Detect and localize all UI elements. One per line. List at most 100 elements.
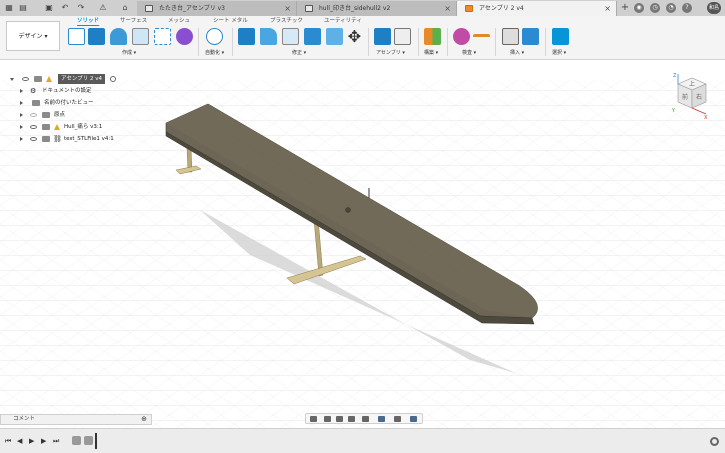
hole-icon[interactable] [132,28,149,45]
move-copy-icon[interactable]: ✥ [346,28,363,45]
inspect-group-label[interactable]: 検査 ▾ [462,49,476,56]
pan-icon[interactable] [336,416,343,422]
tab-plastic[interactable]: プラスチック [270,17,303,26]
app-grid-icon[interactable]: ▦ [4,3,14,13]
add-comment-icon[interactable]: ⊕ [141,415,147,424]
select-group-label[interactable]: 選択 ▾ [552,49,566,56]
step-back-icon[interactable]: ◀ [17,438,22,445]
title-bar: ▦ ▤ ▣ ↶ ↷ ⚠ ⌂ たたき台_アセンブリ v3 × hull_印き台_s… [0,0,725,16]
home-icon[interactable]: ⌂ [120,3,130,13]
visibility-eye-icon[interactable] [30,125,37,129]
viewcube-front[interactable]: 前 [682,93,688,101]
viewports-icon[interactable] [410,416,417,422]
viewcube-top[interactable]: 上 [689,80,695,88]
expand-icon[interactable] [20,89,23,93]
file-icon[interactable]: ▤ [18,3,28,13]
interference-icon[interactable] [453,28,470,45]
insert-group-label[interactable]: 挿入 ▾ [510,49,524,56]
new-component-icon[interactable] [374,28,391,45]
offset-plane-icon[interactable] [424,28,441,45]
press-pull-icon[interactable] [238,28,255,45]
tab-solid[interactable]: ソリッド [77,17,100,26]
expand-icon[interactable] [20,137,23,141]
ground-grid-cross [0,80,725,428]
notifications-icon[interactable]: ◔ [666,3,676,13]
gear-icon[interactable] [710,437,719,446]
insert-derive-icon[interactable] [502,28,519,45]
doc-tab-3[interactable]: アセンブリ 2 v4 × [457,1,617,16]
automate-group-label[interactable]: 自動化 ▾ [205,49,224,56]
workspace-selector[interactable]: デザイン ▾ [6,21,60,51]
tab-sheet-metal[interactable]: シート メタル [213,17,248,26]
fit-icon[interactable] [362,416,369,422]
browser-item-document-settings[interactable]: ⚙ ドキュメントの設定 [6,86,156,96]
orbit-icon[interactable] [310,416,317,422]
step-forward-icon[interactable]: ▶ [41,438,46,445]
pattern-icon[interactable] [154,28,171,45]
tab-surface[interactable]: サーフェス [120,17,147,26]
construct-group-label[interactable]: 構築 ▾ [424,49,438,56]
browser-item-stl[interactable]: ⛓ test_STLFile1 v4:1 [6,134,156,144]
timeline-feature-icon[interactable] [72,436,81,445]
tab-utilities[interactable]: ユーティリティ [324,17,362,26]
extensions-icon[interactable]: ◉ [634,3,644,13]
assemble-group-label[interactable]: アセンブリ ▾ [376,49,405,56]
create-sketch-icon[interactable] [68,28,85,45]
viewcube-right[interactable]: 右 [696,93,702,101]
display-settings-icon[interactable] [378,416,385,422]
redo-icon[interactable]: ↷ [76,3,86,13]
component-icon [42,124,50,130]
modify-group-label[interactable]: 修正 ▾ [292,49,306,56]
visibility-eye-icon[interactable] [30,113,37,117]
save-icon[interactable]: ▣ [44,3,54,13]
insert-image-icon[interactable] [522,28,539,45]
browser-root-label[interactable]: アセンブリ 2 v4 [58,74,105,84]
measure-icon[interactable] [473,34,490,42]
comments-panel[interactable]: コメント ⊕ [0,414,152,425]
select-icon[interactable] [552,28,569,45]
job-status-icon[interactable]: ◷ [650,3,660,13]
browser-item-named-views[interactable]: 名前の付いたビュー [6,98,156,108]
combine-icon[interactable] [304,28,321,45]
viewcube[interactable]: Z 上 前 右 X Y [670,70,710,120]
doc-tab-1[interactable]: たたき台_アセンブリ v3 × [137,1,297,16]
doc-tab-2[interactable]: hull_印き台_sidehull2 v2 × [297,1,457,16]
extrude-icon[interactable] [88,28,105,45]
expand-icon[interactable] [20,101,23,105]
browser-item-origin[interactable]: 原点 [6,110,156,120]
go-to-end-icon[interactable]: ⏭ [53,438,59,445]
expand-icon[interactable] [20,125,23,129]
grid-snaps-icon[interactable] [394,416,401,422]
fillet-icon[interactable] [260,28,277,45]
help-icon[interactable]: ? [682,3,692,13]
create-group-label[interactable]: 作成 ▾ [122,49,136,56]
user-avatar[interactable]: 和島 [707,2,721,14]
new-tab-icon[interactable]: + [620,3,630,13]
tab-mesh[interactable]: メッシュ [168,17,190,26]
automate-icon[interactable] [206,28,223,45]
undo-icon[interactable]: ↶ [60,3,70,13]
revolve-icon[interactable] [110,28,127,45]
look-at-icon[interactable] [324,416,331,422]
go-to-start-icon[interactable]: ⏮ [5,438,11,445]
browser-item-hull[interactable]: Hull_痛ら v3:1 [6,122,156,132]
shell-icon[interactable] [282,28,299,45]
close-icon[interactable]: × [444,1,451,16]
browser-root-row[interactable]: アセンブリ 2 v4 [6,74,156,84]
activate-icon[interactable] [110,76,116,82]
close-icon[interactable]: × [604,1,611,16]
joint-icon[interactable] [394,28,411,45]
close-icon[interactable]: × [284,1,291,16]
play-icon[interactable]: ▶ [29,438,34,445]
gear-icon: ⚙ [30,87,37,95]
timeline-feature-icon[interactable] [84,436,93,445]
visibility-eye-icon[interactable] [22,77,29,81]
form-icon[interactable] [176,28,193,45]
expand-icon[interactable] [20,113,23,117]
replace-face-icon[interactable] [326,28,343,45]
collapse-icon[interactable] [10,78,14,81]
job-status-icon[interactable]: ⚠ [98,3,108,13]
zoom-icon[interactable] [348,416,355,422]
visibility-eye-icon[interactable] [30,137,37,141]
timeline-marker[interactable] [95,433,97,449]
